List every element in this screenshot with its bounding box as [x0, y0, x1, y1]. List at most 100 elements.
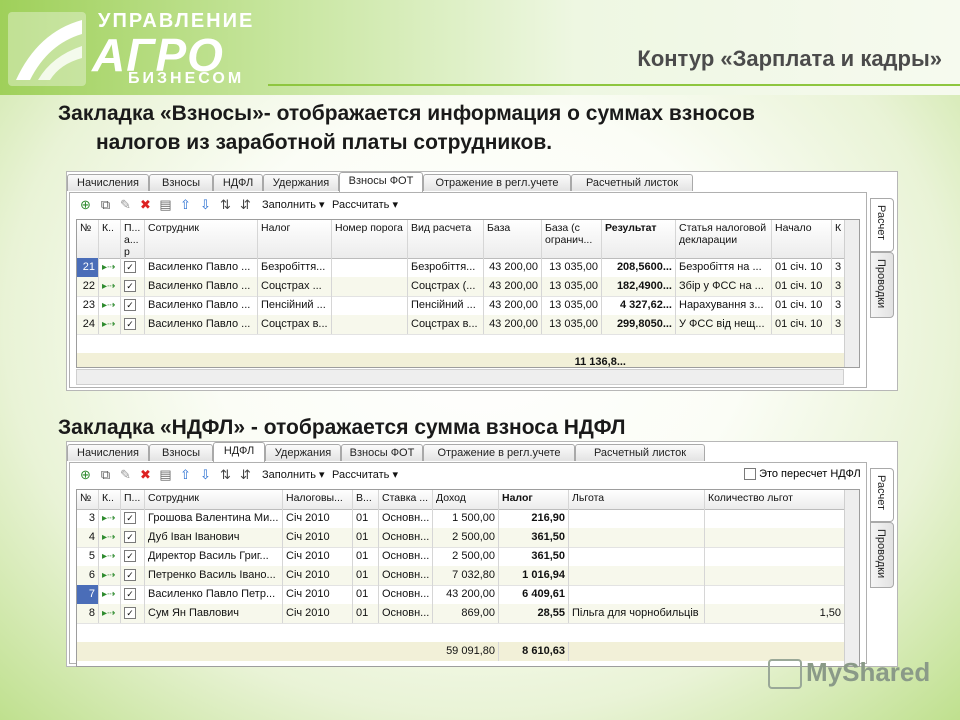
fill-button[interactable]: Заполнить ▾ [262, 198, 325, 211]
table-row[interactable]: 21 ▸⇢ ✓ Василенко Павло ... Безробіття... Без… [77, 258, 859, 278]
add-icon[interactable]: ⊕ [78, 197, 93, 212]
table-row[interactable] [77, 623, 859, 643]
table-row[interactable]: 6 ▸⇢ ✓ Петренко Василь Івано... Січ 2010 01 Ос… [77, 566, 859, 586]
copy-icon[interactable]: ⧉ [98, 467, 113, 482]
sort-desc-icon[interactable]: ⇵ [238, 197, 253, 212]
checkbox-icon[interactable]: ✓ [124, 588, 136, 601]
row-kind-icon: ▸⇢ [102, 513, 116, 524]
column-header[interactable]: Начало [772, 220, 832, 258]
checkbox-icon[interactable]: ✓ [124, 261, 136, 274]
sort-desc-icon[interactable]: ⇵ [238, 467, 253, 482]
row-number: 3 [77, 509, 99, 528]
column-header[interactable]: База [484, 220, 542, 258]
column-header[interactable]: К.. [99, 490, 121, 509]
column-header[interactable]: Налог [499, 490, 569, 509]
row-active: ✓ [121, 277, 145, 296]
column-header[interactable]: В... [353, 490, 379, 509]
table-row[interactable]: 8 ▸⇢ ✓ Сум Ян Павлович Січ 2010 01 Основн... 86… [77, 604, 859, 624]
tab-1[interactable]: Взносы [149, 444, 213, 461]
tab-6[interactable]: Расчетный листок [575, 444, 705, 461]
tab-2[interactable]: НДФЛ [213, 174, 263, 191]
vertical-scrollbar[interactable] [844, 490, 859, 666]
tab-5[interactable]: Отражение в регл.учете [423, 174, 571, 191]
side-tab-raschet[interactable]: Расчет [870, 198, 894, 252]
tab-4[interactable]: Взносы ФОТ [341, 444, 423, 461]
table-row[interactable]: 5 ▸⇢ ✓ Директор Василь Григ... Січ 2010 01 Осн… [77, 547, 859, 567]
move-up-icon[interactable]: ⇧ [178, 197, 193, 212]
column-header[interactable]: Налоговы... [283, 490, 353, 509]
checkbox-icon[interactable]: ✓ [124, 318, 136, 331]
tab-1[interactable]: Взносы [149, 174, 213, 191]
tab-0[interactable]: Начисления [67, 444, 149, 461]
tab-3[interactable]: Удержания [263, 174, 339, 191]
column-header[interactable]: Результат [602, 220, 676, 258]
checkbox-icon[interactable] [744, 468, 756, 481]
checkbox-icon[interactable]: ✓ [124, 531, 136, 544]
tab-6[interactable]: Расчетный листок [571, 174, 693, 191]
sort-asc-icon[interactable]: ⇅ [218, 197, 233, 212]
vertical-scrollbar[interactable] [844, 220, 859, 367]
save-icon[interactable]: ▤ [158, 197, 173, 212]
tax-period-cell: Січ 2010 [283, 585, 353, 604]
sort-asc-icon[interactable]: ⇅ [218, 467, 233, 482]
column-header[interactable]: Налог [258, 220, 332, 258]
column-header[interactable]: № [77, 220, 99, 258]
calculate-button[interactable]: Рассчитать ▾ [332, 468, 398, 481]
edit-icon[interactable]: ✎ [118, 197, 133, 212]
checkbox-icon[interactable]: ✓ [124, 512, 136, 525]
move-down-icon[interactable]: ⇩ [198, 197, 213, 212]
side-tab-raschet[interactable]: Расчет [870, 468, 894, 522]
column-header[interactable]: Количество льгот [705, 490, 845, 509]
column-header[interactable]: К.. [99, 220, 121, 258]
column-header[interactable]: Номер порога [332, 220, 408, 258]
tab-5[interactable]: Отражение в регл.учете [423, 444, 575, 461]
tax-cell: 28,55 [499, 604, 569, 623]
add-icon[interactable]: ⊕ [78, 467, 93, 482]
delete-icon[interactable]: ✖ [138, 197, 153, 212]
column-header[interactable]: П... а... р [121, 220, 145, 258]
table-row[interactable]: 7 ▸⇢ ✓ Василенко Павло Петр... Січ 2010 01 Осн… [77, 585, 859, 605]
tab-bar: Начисления Взносы НДФЛ Удержания Взносы ФОТ О… [67, 172, 897, 192]
tab-4[interactable]: Взносы ФОТ [339, 172, 423, 192]
tab-0[interactable]: Начисления [67, 174, 149, 191]
table-row[interactable]: 4 ▸⇢ ✓ Дуб Іван Іванович Січ 2010 01 Основн...… [77, 528, 859, 548]
column-header[interactable]: Статья налоговой декларации [676, 220, 772, 258]
table-row[interactable]: 22 ▸⇢ ✓ Василенко Павло ... Соцстрах ... Соцс… [77, 277, 859, 297]
column-header[interactable]: Сотрудник [145, 490, 283, 509]
side-tab-provodki[interactable]: Проводки [870, 522, 894, 588]
column-header[interactable]: П... [121, 490, 145, 509]
column-header[interactable]: Вид расчета [408, 220, 484, 258]
column-header[interactable]: Льгота [569, 490, 705, 509]
table-row[interactable]: 23 ▸⇢ ✓ Василенко Павло ... Пенсійний ... Пен… [77, 296, 859, 316]
logo: УПРАВЛЕНИЕ АГРО БИЗНЕСОМ [8, 6, 270, 88]
benefit-cell [569, 547, 705, 566]
table-row[interactable] [77, 334, 859, 354]
column-header[interactable]: № [77, 490, 99, 509]
save-icon[interactable]: ▤ [158, 467, 173, 482]
move-up-icon[interactable]: ⇧ [178, 467, 193, 482]
column-header[interactable]: Сотрудник [145, 220, 258, 258]
checkbox-icon[interactable]: ✓ [124, 299, 136, 312]
ndfl-recalc-checkbox[interactable]: Это пересчет НДФЛ [744, 468, 861, 481]
column-header[interactable]: Ставка ... [379, 490, 433, 509]
employee-cell: Василенко Павло ... [145, 277, 258, 296]
calculate-button[interactable]: Рассчитать ▾ [332, 198, 398, 211]
fill-button[interactable]: Заполнить ▾ [262, 468, 325, 481]
move-down-icon[interactable]: ⇩ [198, 467, 213, 482]
column-header[interactable]: База (с огранич... [542, 220, 602, 258]
table-row[interactable]: 24 ▸⇢ ✓ Василенко Павло ... Соцстрах в... Соц… [77, 315, 859, 335]
side-tab-provodki[interactable]: Проводки [870, 252, 894, 318]
tab-3[interactable]: Удержания [265, 444, 341, 461]
calc-type-cell: Соцстрах (... [408, 277, 484, 296]
checkbox-icon[interactable]: ✓ [124, 569, 136, 582]
checkbox-icon[interactable]: ✓ [124, 550, 136, 563]
table-row[interactable]: 3 ▸⇢ ✓ Грошова Валентина Ми... Січ 2010 01 Осн… [77, 509, 859, 529]
horizontal-scrollbar[interactable] [76, 369, 844, 385]
checkbox-icon[interactable]: ✓ [124, 280, 136, 293]
delete-icon[interactable]: ✖ [138, 467, 153, 482]
copy-icon[interactable]: ⧉ [98, 197, 113, 212]
checkbox-icon[interactable]: ✓ [124, 607, 136, 620]
column-header[interactable]: Доход [433, 490, 499, 509]
edit-icon[interactable]: ✎ [118, 467, 133, 482]
tab-2[interactable]: НДФЛ [213, 442, 265, 462]
